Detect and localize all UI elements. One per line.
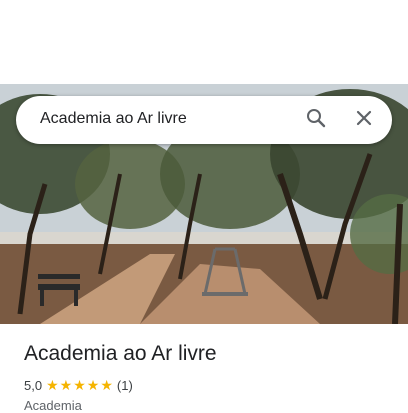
star-icon: ★	[59, 377, 73, 393]
close-button[interactable]	[348, 104, 380, 136]
search-button[interactable]	[300, 104, 332, 136]
search-bar[interactable]: Academia ao Ar livre	[16, 96, 392, 144]
top-blank-area	[0, 0, 408, 84]
star-icon: ★	[86, 377, 100, 393]
rating-value: 5,0	[24, 377, 43, 393]
star-icon: ★	[100, 377, 113, 393]
star-icon: ★	[46, 377, 59, 393]
place-category: Academia	[24, 398, 82, 413]
search-input[interactable]: Academia ao Ar livre	[40, 110, 187, 128]
star-icon: ★	[73, 377, 86, 393]
search-icon	[306, 108, 326, 133]
close-icon	[356, 110, 372, 131]
place-title: Academia ao Ar livre	[24, 342, 217, 365]
rating-row[interactable]: 5,0 ★ ★ ★ ★ ★ (1)	[24, 376, 133, 394]
star-rating: ★ ★ ★ ★ ★	[46, 378, 113, 392]
review-count[interactable]: (1)	[117, 378, 133, 393]
place-info-panel: Academia ao Ar livre 5,0 ★ ★ ★ ★ ★ (1) A…	[0, 324, 408, 413]
